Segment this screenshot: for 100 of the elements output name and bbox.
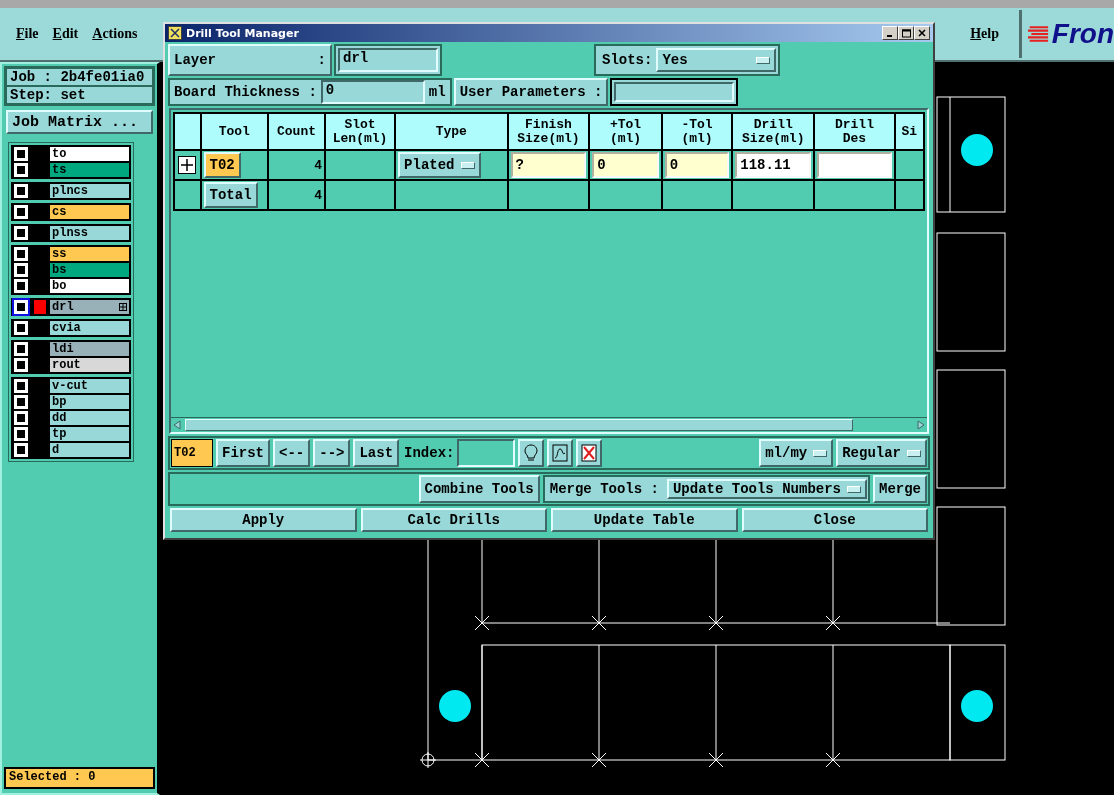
finish-size-field[interactable]: ? [510,152,587,178]
layer-checkbox[interactable] [14,321,28,335]
tool-button[interactable]: T02 [203,152,241,178]
layer-name[interactable]: ldi [50,342,129,356]
menu-item[interactable]: Edit [52,26,79,42]
layer-checkbox[interactable] [14,443,28,457]
user-parameters-button[interactable]: User Parameters : [453,78,609,106]
layer-checkbox[interactable] [14,279,28,293]
layer-name[interactable]: ss [50,247,129,261]
layer-name[interactable]: bo [50,279,129,293]
slots-label: Slots: [601,52,654,68]
layer-checkbox[interactable] [14,427,28,441]
layer-name[interactable]: bp [50,395,129,409]
merge-option-dropdown[interactable]: Update Tools Numbers [666,479,867,499]
current-tool-label: T02 [171,439,213,467]
unit-label: ml [427,84,447,100]
layer-name[interactable]: dd [50,411,129,425]
layer-name[interactable]: ts [50,163,129,177]
close-button[interactable] [914,26,930,40]
layer-name[interactable]: tp [50,427,129,441]
layer-checkbox[interactable] [14,205,28,219]
work-layer-swatch [34,300,46,314]
selected-count: Selected : 0 [4,767,155,789]
count-cell-text: 4 [313,187,323,203]
mode-dropdown[interactable]: Regular [836,439,927,467]
layer-name[interactable]: to [50,147,129,161]
layer-checkbox[interactable] [14,342,28,356]
close-icon [918,29,926,37]
layer-checkbox[interactable] [14,395,28,409]
logo: Fron [1019,10,1114,58]
job-label: Job : 2b4fe01ia0 [6,68,153,86]
drill-size-field[interactable]: 118.11 [735,152,812,178]
action-button[interactable]: Update Table [551,508,738,532]
minus-tolerance-field[interactable]: 0 [664,152,730,178]
layer-checkbox[interactable] [14,147,28,161]
menu-item[interactable]: Actions [92,26,138,42]
scroll-left-icon[interactable] [171,419,183,431]
help-menu[interactable]: Help [970,26,999,42]
job-matrix-button[interactable]: Job Matrix ... [6,110,153,134]
dropdown-indicator-icon [756,56,770,64]
action-button[interactable]: Apply [170,508,357,532]
maximize-icon [901,28,911,38]
layer-name[interactable]: cvia [50,321,129,335]
user-parameters-field[interactable] [614,82,735,102]
layer-checkbox[interactable] [14,163,28,177]
nav-button[interactable]: --> [313,439,351,467]
units-dropdown[interactable]: ml/my [759,439,834,467]
board-thickness-label: Board Thickness : [173,84,318,100]
layer-checkbox[interactable] [14,247,28,261]
type-dropdown[interactable]: Plated [398,152,481,178]
layer-name[interactable]: bs [50,263,129,277]
plus-tolerance-field[interactable]: 0 [592,152,659,178]
layer-checkbox[interactable] [14,184,28,198]
column-header: Tool [200,113,269,150]
layer-name[interactable]: cs [50,205,129,219]
column-header: Drill Size(ml) [732,113,815,150]
layer-name[interactable]: v-cut [50,379,129,393]
bulb-icon[interactable] [518,439,545,467]
app-icon [168,26,182,40]
menu-item[interactable]: File [16,26,39,42]
minimize-button[interactable] [882,26,898,40]
tool-button[interactable]: Total [203,182,258,208]
column-header: Type [395,113,508,150]
horizontal-scrollbar[interactable] [171,417,927,432]
index-field[interactable] [457,439,516,467]
grid-icon [119,303,127,311]
layer-checkbox[interactable] [14,300,28,314]
nav-button[interactable]: First [216,439,270,467]
scroll-thumb[interactable] [185,419,853,431]
nav-button[interactable]: <-- [273,439,311,467]
layer-name[interactable]: plnss [50,226,129,240]
delete-icon[interactable] [576,439,603,467]
layer-checkbox[interactable] [14,379,28,393]
count-cell-text: 4 [313,157,323,173]
slots-dropdown[interactable]: Yes [656,48,776,72]
nav-button[interactable]: Last [353,439,400,467]
layer-name[interactable]: plncs [50,184,129,198]
column-header: Slot Len(ml) [325,113,396,150]
action-button[interactable]: Calc Drills [360,508,547,532]
layer-checkbox[interactable] [14,226,28,240]
merge-button[interactable]: Merge [873,475,927,503]
column-header: -Tol (ml) [661,113,733,150]
layer-name[interactable]: rout [50,358,129,372]
maximize-button[interactable] [898,26,914,40]
layer-checkbox[interactable] [14,358,28,372]
layer-checkbox[interactable] [14,263,28,277]
layer-field[interactable]: drl [338,48,438,72]
layer-name[interactable]: drl [50,300,129,314]
combine-tools-button[interactable]: Combine Tools [418,475,540,503]
scroll-right-icon[interactable] [915,419,927,431]
drill-des-field[interactable] [817,152,892,178]
wave-icon[interactable] [547,439,574,467]
expand-icon[interactable] [178,156,197,174]
layer-checkbox[interactable] [14,411,28,425]
action-button[interactable]: Close [741,508,928,532]
board-thickness-field[interactable]: 0 [320,80,425,104]
layer-button[interactable]: Layer : [168,44,332,76]
dropdown-indicator-icon [847,485,861,493]
step-label: Step: set [6,86,153,104]
layer-name[interactable]: d [50,443,129,457]
